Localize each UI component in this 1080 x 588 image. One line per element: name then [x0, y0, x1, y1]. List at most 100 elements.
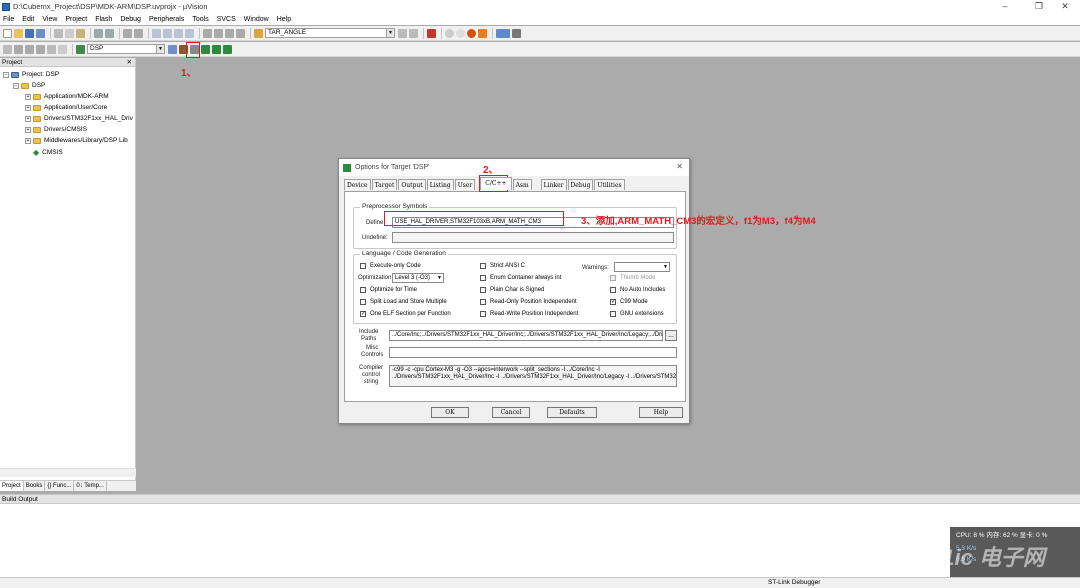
- breakpoint-window-icon[interactable]: [478, 28, 487, 38]
- find-combo[interactable]: TAR_ANGLE ▼: [265, 28, 395, 38]
- menu-help[interactable]: Help: [277, 16, 291, 23]
- collapse-icon[interactable]: −: [3, 71, 9, 78]
- download-icon[interactable]: [58, 44, 67, 54]
- tree-item-group[interactable]: + Drivers/CMSIS: [25, 126, 87, 133]
- rebuild-icon[interactable]: [25, 44, 34, 54]
- uncomment-icon[interactable]: [236, 28, 245, 38]
- pane-close-icon[interactable]: ✕: [127, 58, 132, 67]
- batch-build-icon[interactable]: [36, 44, 45, 54]
- menu-file[interactable]: File: [3, 16, 14, 23]
- close-icon[interactable]: ✕: [1050, 0, 1080, 13]
- open-folder-icon[interactable]: [14, 28, 23, 38]
- collapse-icon[interactable]: −: [13, 82, 19, 89]
- strict-ansi-checkbox[interactable]: Strict ANSI C: [480, 263, 525, 269]
- nav-forward-icon[interactable]: [134, 28, 143, 38]
- rw-position-independent-checkbox[interactable]: Read-Write Position Independent: [480, 311, 578, 317]
- stop-build-icon[interactable]: [47, 44, 56, 54]
- tab-device[interactable]: Device: [344, 179, 371, 190]
- expand-icon[interactable]: +: [25, 126, 31, 133]
- options-for-target-icon[interactable]: [168, 44, 177, 54]
- bookmark-icon[interactable]: [152, 28, 161, 38]
- tab-asm[interactable]: Asm: [512, 179, 532, 190]
- tab-linker[interactable]: Linker: [540, 179, 567, 190]
- find-icon[interactable]: [398, 28, 407, 38]
- paste-icon[interactable]: [76, 28, 85, 38]
- c99-mode-checkbox[interactable]: ✓ C99 Mode: [610, 299, 648, 305]
- tree-item-dsp[interactable]: − DSP: [13, 82, 45, 89]
- execute-only-checkbox[interactable]: Execute-only Code: [360, 263, 421, 269]
- breakpoint-kill-icon[interactable]: [467, 28, 476, 38]
- undefine-input[interactable]: [392, 232, 674, 243]
- expand-icon[interactable]: +: [25, 137, 31, 144]
- expand-icon[interactable]: +: [25, 104, 31, 111]
- pack-installer-icon[interactable]: [201, 44, 210, 54]
- optimization-select[interactable]: Level 3 (-O3) ▼: [392, 273, 444, 283]
- configure-icon[interactable]: [512, 28, 521, 38]
- tree-item-group[interactable]: + Application/MDK-ARM: [25, 93, 109, 100]
- one-elf-section-checkbox[interactable]: ✓ One ELF Section per Function: [360, 311, 451, 317]
- tree-item-group[interactable]: + Middlewares/Library/DSP Lib: [25, 137, 128, 144]
- target-icon[interactable]: [76, 44, 85, 54]
- tab-cpp[interactable]: C/C++: [480, 177, 512, 190]
- defaults-button[interactable]: Defaults: [547, 407, 597, 418]
- menu-project[interactable]: Project: [65, 16, 87, 23]
- new-file-icon[interactable]: [3, 28, 12, 38]
- split-load-store-checkbox[interactable]: Split Load and Store Multiple: [360, 299, 447, 305]
- menu-peripherals[interactable]: Peripherals: [149, 16, 184, 23]
- undo-icon[interactable]: [94, 28, 103, 38]
- menu-svcs[interactable]: SVCS: [217, 16, 236, 23]
- no-auto-includes-checkbox[interactable]: No Auto Includes: [610, 287, 665, 293]
- select-packs-icon[interactable]: [223, 44, 232, 54]
- tab-user[interactable]: User: [454, 179, 476, 190]
- include-paths-input[interactable]: ../Core/Inc;../Drivers/STM32F1xx_HAL_Dri…: [389, 330, 663, 341]
- menu-debug[interactable]: Debug: [120, 16, 141, 23]
- menu-window[interactable]: Window: [244, 16, 269, 23]
- comment-icon[interactable]: [225, 28, 234, 38]
- minimize-icon[interactable]: –: [990, 0, 1020, 13]
- warnings-select[interactable]: ▼: [614, 262, 670, 272]
- tab-functions[interactable]: {} Func...: [45, 481, 75, 491]
- misc-controls-input[interactable]: [389, 347, 677, 358]
- indent-icon[interactable]: [203, 28, 212, 38]
- expand-icon[interactable]: +: [25, 93, 31, 100]
- tree-item-group[interactable]: + Drivers/STM32F1xx_HAL_Driv: [25, 115, 133, 122]
- bookmark-clear-icon[interactable]: [185, 28, 194, 38]
- gnu-extensions-checkbox[interactable]: GNU extensions: [610, 311, 664, 317]
- optimize-for-time-checkbox[interactable]: Optimize for Time: [360, 287, 417, 293]
- menu-view[interactable]: View: [42, 16, 57, 23]
- redo-icon[interactable]: [105, 28, 114, 38]
- nav-back-icon[interactable]: [123, 28, 132, 38]
- tab-debug[interactable]: Debug: [567, 179, 594, 190]
- bookmark-next-icon[interactable]: [174, 28, 183, 38]
- translate-icon[interactable]: [3, 44, 12, 54]
- menu-tools[interactable]: Tools: [192, 16, 208, 23]
- help-button[interactable]: Help: [639, 407, 683, 418]
- horizontal-scrollbar[interactable]: [0, 468, 136, 477]
- copy-icon[interactable]: [65, 28, 74, 38]
- tree-item-project[interactable]: − Project: DSP: [3, 71, 59, 78]
- tab-utilities[interactable]: Utilities: [594, 179, 625, 190]
- tree-item-group[interactable]: + Application/User/Core: [25, 104, 107, 111]
- cut-icon[interactable]: [54, 28, 63, 38]
- tab-project[interactable]: Project: [0, 481, 24, 491]
- replace-icon[interactable]: [409, 28, 418, 38]
- plain-char-signed-checkbox[interactable]: Plain Char is Signed: [480, 287, 544, 293]
- cancel-button[interactable]: Cancel: [492, 407, 530, 418]
- target-select[interactable]: DSP ▼: [87, 44, 165, 54]
- menu-flash[interactable]: Flash: [95, 16, 112, 23]
- window-layout-icon[interactable]: [496, 28, 510, 38]
- breakpoint-icon[interactable]: [445, 28, 454, 38]
- find-in-files-icon[interactable]: [254, 28, 263, 38]
- unindent-icon[interactable]: [214, 28, 223, 38]
- build-icon[interactable]: [14, 44, 23, 54]
- expand-icon[interactable]: +: [25, 115, 31, 122]
- tree-item-cmsis[interactable]: ◆ CMSIS: [33, 148, 63, 157]
- include-paths-browse-button[interactable]: ...: [665, 330, 677, 341]
- ok-button[interactable]: OK: [431, 407, 469, 418]
- tab-templates[interactable]: 0↓ Temp...: [74, 481, 107, 491]
- menu-edit[interactable]: Edit: [22, 16, 34, 23]
- dialog-close-icon[interactable]: ✕: [676, 162, 683, 171]
- enum-container-checkbox[interactable]: Enum Container always int: [480, 275, 561, 281]
- tab-listing[interactable]: Listing: [426, 179, 454, 190]
- tab-target[interactable]: Target: [371, 179, 398, 190]
